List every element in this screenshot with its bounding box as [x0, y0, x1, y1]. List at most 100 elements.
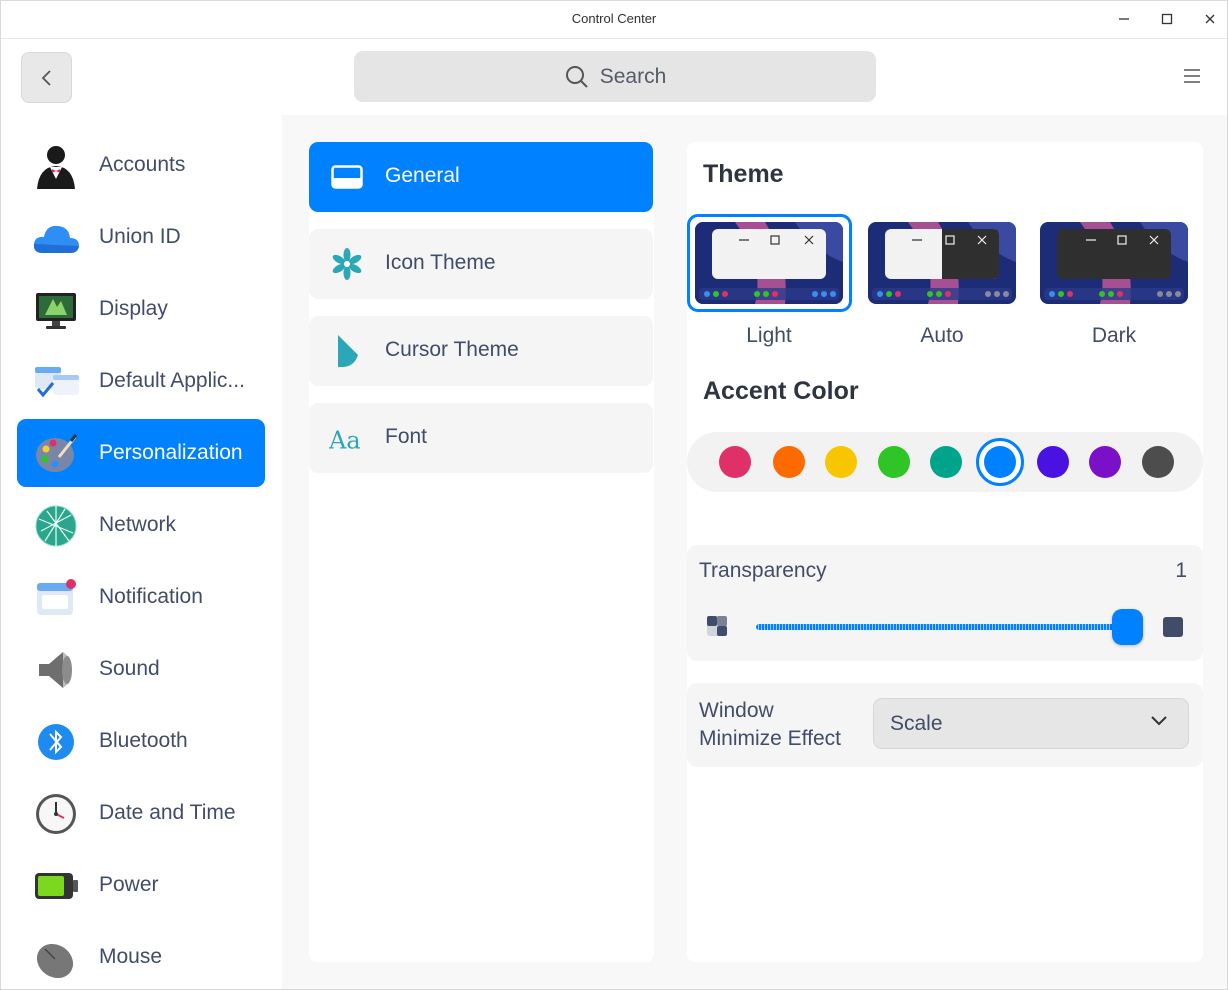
theme-section-title: Theme	[703, 160, 784, 188]
sidebar-item-label: Accounts	[99, 153, 186, 176]
subnav-item-label: Font	[385, 425, 428, 448]
sidebar-item-notification[interactable]: Notification	[17, 563, 265, 631]
accent-swatch-green[interactable]	[878, 446, 910, 478]
battery-icon	[35, 873, 78, 899]
sidebar-item-mouse[interactable]: Mouse	[17, 923, 265, 989]
cursor-icon	[329, 333, 365, 369]
subnav-item-label: Icon Theme	[385, 251, 496, 274]
sidebar-item-label: Bluetooth	[99, 729, 188, 752]
sidebar-item-label: Union ID	[99, 225, 181, 248]
speaker-icon	[39, 652, 72, 688]
main-menu-button[interactable]	[1183, 67, 1203, 85]
maximize-icon	[1161, 13, 1173, 25]
window-title: Control Center	[571, 11, 657, 26]
title-bar: Control Center	[1, 1, 1227, 39]
chevron-left-icon	[41, 69, 51, 86]
sidebar-item-network[interactable]: Network	[17, 491, 265, 559]
general-settings-panel: Theme Light Auto Dark Accent Color Trans…	[687, 142, 1203, 962]
dark-theme-preview	[1040, 222, 1188, 304]
accent-color-picker	[687, 432, 1203, 492]
sidebar-item-label: Display	[99, 297, 168, 320]
minimize-effect-label-line1: Window	[699, 699, 774, 722]
notification-icon	[37, 579, 76, 615]
sidebar-item-accounts[interactable]: Accounts	[17, 131, 265, 199]
search-label: Search	[599, 64, 667, 88]
default-apps-icon	[35, 367, 79, 398]
transparency-value: 1	[1175, 559, 1187, 582]
snowflake-icon	[329, 246, 365, 282]
cloud-icon	[33, 225, 79, 253]
sidebar-item-date-and-time[interactable]: Date and Time	[17, 779, 265, 847]
accent-swatch-gray[interactable]	[1142, 446, 1174, 478]
chevron-down-icon	[1151, 716, 1167, 726]
search-box[interactable]: Search	[354, 51, 876, 102]
sidebar-item-union-id[interactable]: Union ID	[17, 203, 265, 271]
accent-swatch-pink[interactable]	[719, 446, 751, 478]
toolbar: Search	[1, 39, 1227, 115]
accent-swatch-yellow[interactable]	[825, 446, 857, 478]
sidebar-item-label: Network	[99, 513, 177, 536]
font-icon: Aa	[329, 420, 365, 456]
close-icon	[1205, 14, 1215, 24]
sidebar-item-label: Personalization	[99, 441, 243, 464]
low-transparency-icon	[707, 616, 727, 636]
subnav-item-label: Cursor Theme	[385, 338, 519, 361]
transparency-slider-handle[interactable]	[1111, 609, 1143, 645]
minimize-effect-label-line2: Minimize Effect	[699, 727, 841, 750]
sidebar-item-personalization[interactable]: Personalization	[17, 419, 265, 487]
sidebar-item-label: Default Applic...	[99, 369, 245, 392]
accent-swatch-orange[interactable]	[773, 446, 805, 478]
minimize-effect-label: Window Minimize Effect	[699, 697, 841, 753]
subnav-item-general[interactable]: General	[309, 142, 653, 212]
bluetooth-icon	[38, 724, 74, 760]
sidebar-item-display[interactable]: Display	[17, 275, 265, 343]
sidebar-item-label: Mouse	[99, 945, 163, 968]
theme-label-light: Light	[746, 324, 792, 347]
transparency-setting: Transparency 1	[687, 545, 1203, 661]
subnav-item-label: General	[385, 164, 460, 187]
sidebar-item-default-applications[interactable]: Default Applic...	[17, 347, 265, 415]
theme-option-dark[interactable]	[1040, 222, 1188, 304]
close-window-button[interactable]	[1197, 7, 1223, 31]
control-center-window: Control Center Search Accounts Union ID …	[0, 0, 1228, 990]
accent-swatch-purple[interactable]	[1089, 446, 1121, 478]
subnav-item-cursor-theme[interactable]: Cursor Theme	[309, 316, 653, 386]
svg-text:Aa: Aa	[329, 426, 361, 454]
minimize-window-button[interactable]	[1111, 7, 1137, 31]
sidebar-item-label: Sound	[99, 657, 160, 680]
minimize-icon	[1119, 18, 1129, 20]
sidebar-item-label: Notification	[99, 585, 203, 608]
theme-label-dark: Dark	[1091, 324, 1137, 347]
minimize-effect-setting: Window Minimize Effect Scale	[687, 683, 1203, 767]
network-icon	[35, 505, 77, 547]
transparency-slider-track[interactable]	[756, 624, 1142, 630]
accent-swatch-indigo[interactable]	[1037, 446, 1069, 478]
search-icon	[565, 65, 588, 88]
accent-color-section-title: Accent Color	[703, 377, 859, 405]
subnav-item-font[interactable]: Aa Font	[309, 403, 653, 473]
transparency-label: Transparency	[699, 559, 827, 582]
high-transparency-icon	[1163, 617, 1183, 637]
theme-label-auto: Auto	[920, 324, 964, 347]
minimize-effect-dropdown[interactable]: Scale	[873, 698, 1189, 749]
accent-swatch-teal[interactable]	[930, 446, 962, 478]
auto-theme-preview	[868, 222, 1016, 304]
subnav-item-icon-theme[interactable]: Icon Theme	[309, 229, 653, 299]
accent-swatch-blue[interactable]	[984, 446, 1016, 478]
back-button[interactable]	[21, 52, 72, 103]
sidebar-item-bluetooth[interactable]: Bluetooth	[17, 707, 265, 775]
light-theme-preview	[695, 222, 843, 304]
sidebar-item-sound[interactable]: Sound	[17, 635, 265, 703]
palette-icon	[36, 434, 78, 472]
sidebar-item-label: Date and Time	[99, 801, 236, 824]
minimize-effect-value: Scale	[890, 712, 943, 735]
sidebar-item-label: Power	[99, 873, 159, 896]
personalization-subnav: General Icon Theme Cursor Theme Aa Font	[309, 142, 654, 962]
maximize-window-button[interactable]	[1154, 7, 1180, 31]
sidebar-item-power[interactable]: Power	[17, 851, 265, 919]
clock-icon	[36, 794, 76, 834]
hamburger-menu-icon	[1184, 69, 1200, 83]
theme-option-auto[interactable]	[868, 222, 1016, 304]
theme-option-light[interactable]	[695, 222, 843, 304]
display-icon	[36, 293, 76, 329]
